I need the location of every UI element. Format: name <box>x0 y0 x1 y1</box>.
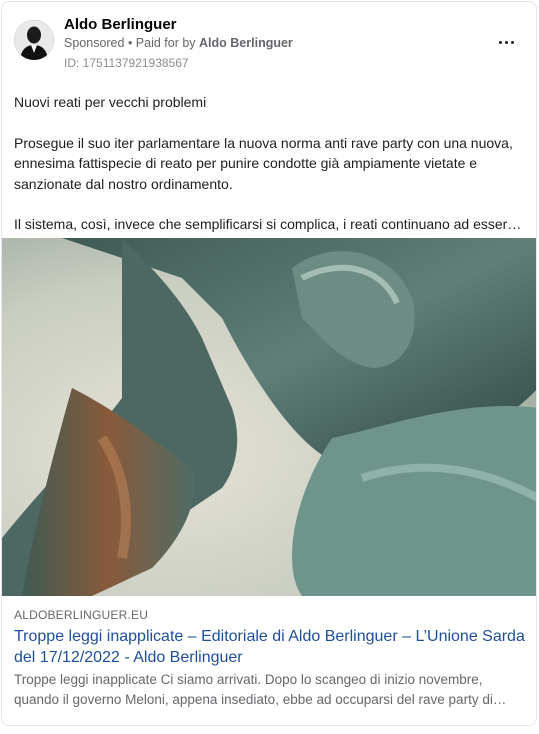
post-text: Nuovi reati per vecchi problemi Prosegue… <box>14 92 526 235</box>
post-paragraph-truncated[interactable]: Il sistema, così, invece che semplificar… <box>14 214 526 235</box>
post-paragraph: Prosegue il suo iter parlamentare la nuo… <box>14 134 513 192</box>
link-preview[interactable]: ALDOBERLINGUER.EU Troppe leggi inapplica… <box>2 596 536 725</box>
paid-for-prefix: Paid for by <box>135 36 200 50</box>
portrait-photo-icon <box>14 20 54 60</box>
more-dot-icon <box>498 40 502 44</box>
sponsored-line: Sponsored • Paid for by Aldo Berlinguer <box>64 36 293 50</box>
paid-for-name: Aldo Berlinguer <box>199 36 293 50</box>
more-dot-icon <box>510 40 514 44</box>
post-headline: Nuovi reati per vecchi problemi <box>14 94 207 110</box>
ad-id: ID: 1751137921938567 <box>64 56 189 70</box>
ad-post-card: Aldo Berlinguer Sponsored • Paid for by … <box>1 1 537 726</box>
sponsored-label: Sponsored <box>64 36 125 50</box>
page-name-link[interactable]: Aldo Berlinguer <box>64 16 177 33</box>
post-image[interactable] <box>2 238 536 596</box>
link-description: Troppe leggi inapplicate Ci siamo arriva… <box>14 672 507 707</box>
link-domain: ALDOBERLINGUER.EU <box>14 608 149 622</box>
post-header: Aldo Berlinguer Sponsored • Paid for by … <box>2 2 536 80</box>
dot-separator: • <box>124 36 136 50</box>
link-title[interactable]: Troppe leggi inapplicate – Editoriale di… <box>14 626 529 668</box>
bronze-statue-image <box>2 238 536 596</box>
more-dot-icon <box>504 40 508 44</box>
page-avatar[interactable] <box>14 20 54 60</box>
more-options-button[interactable] <box>494 32 518 52</box>
